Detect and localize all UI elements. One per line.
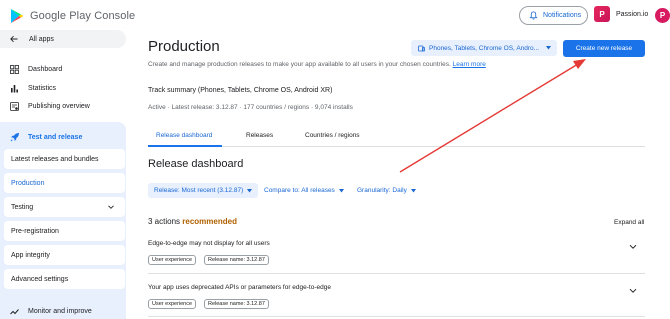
page-title: Production — [148, 38, 220, 55]
sidebar-item-label: Monitor and improve — [28, 307, 92, 315]
create-new-release-button[interactable]: Create new release — [563, 40, 645, 57]
actions-heading: 3 actions recommended — [148, 217, 237, 226]
trend-icon — [10, 308, 19, 314]
sidebar-item-label: Testing — [11, 203, 34, 211]
action-title: Your app uses deprecated APIs or paramet… — [148, 284, 331, 291]
track-summary-title: Track summary (Phones, Tablets, Chrome O… — [148, 87, 333, 94]
play-logo-icon — [11, 9, 24, 23]
app-switcher[interactable]: P Passion.io — [594, 6, 648, 22]
action-tag: User experience — [148, 255, 197, 265]
dropdown-arrow-icon — [338, 188, 344, 192]
sidebar-item-label: Latest releases and bundles — [11, 155, 99, 163]
active-tab-indicator — [148, 145, 222, 147]
action-title: Edge-to-edge may not display for all use… — [148, 240, 270, 247]
filter-label: Release: Most recent (3.12.87) — [154, 187, 244, 194]
arrow-back-icon — [10, 35, 18, 43]
sidebar-item-label: App integrity — [11, 251, 50, 259]
dropdown-arrow-icon — [247, 188, 253, 192]
devices-icon — [418, 45, 425, 51]
section-title: Release dashboard — [148, 158, 244, 170]
all-apps-link[interactable]: All apps — [0, 30, 126, 48]
chevron-down-icon[interactable] — [629, 288, 637, 294]
expand-all-button[interactable]: Expand all — [614, 219, 644, 226]
sidebar-item-testing[interactable]: Testing — [4, 197, 125, 217]
dropdown-arrow-icon — [546, 46, 551, 50]
granularity-filter[interactable]: Granularity: Daily — [357, 183, 416, 198]
brand-prefix: Google Play — [30, 10, 92, 22]
tab-release-dashboard[interactable]: Release dashboard — [156, 132, 212, 139]
sidebar-item-test-and-release[interactable]: Test and release — [0, 126, 126, 148]
sidebar-item-label: Pre-registration — [11, 227, 59, 235]
sidebar-item-advanced-settings[interactable]: Advanced settings — [4, 269, 125, 289]
app-name: Passion.io — [616, 10, 649, 18]
tab-bar: Release dashboard Releases Countries / r… — [148, 127, 645, 147]
action-item[interactable]: Your app uses deprecated APIs or paramet… — [148, 284, 645, 314]
learn-more-link[interactable]: Learn more — [453, 61, 486, 68]
action-tag: Release name: 3.12.87 — [204, 255, 269, 265]
action-tag: Release name: 3.12.87 — [204, 299, 269, 309]
brand-suffix: Console — [94, 10, 136, 22]
bar-chart-icon — [11, 84, 18, 92]
notifications-label: Notifications — [543, 12, 582, 19]
chevron-down-icon — [108, 205, 114, 209]
publishing-icon — [10, 101, 19, 111]
tab-countries-regions[interactable]: Countries / regions — [305, 132, 360, 139]
action-item[interactable]: Edge-to-edge may not display for all use… — [148, 240, 645, 270]
rocket-icon — [10, 133, 19, 142]
chevron-down-icon[interactable] — [629, 244, 637, 250]
notifications-button[interactable]: Notifications — [519, 6, 588, 25]
sidebar-item-label: Production — [11, 179, 45, 187]
device-type-selector[interactable]: Phones, Tablets, Chrome OS, Andro... — [411, 40, 557, 56]
device-selector-value: Phones, Tablets, Chrome OS, Andro... — [429, 44, 540, 52]
sidebar-item-statistics[interactable]: Statistics — [0, 80, 126, 96]
sidebar-item-pre-registration[interactable]: Pre-registration — [4, 221, 125, 241]
tab-releases[interactable]: Releases — [246, 132, 273, 139]
main-content: Production Create and manage production … — [133, 28, 670, 319]
actions-recommended: recommended — [182, 217, 237, 226]
sidebar: All apps Dashboard Statistics Publishing… — [0, 28, 133, 319]
sidebar-item-latest-releases[interactable]: Latest releases and bundles — [4, 149, 125, 169]
sidebar-item-label: Dashboard — [28, 65, 63, 73]
avatar[interactable]: P — [655, 8, 670, 23]
google-play-console-logo[interactable]: Google Play Console — [10, 8, 135, 24]
actions-count: 3 actions — [148, 217, 181, 226]
divider — [148, 273, 645, 274]
sidebar-item-label: Advanced settings — [11, 275, 69, 283]
sidebar-item-label: Statistics — [28, 84, 57, 92]
dropdown-arrow-icon — [410, 188, 416, 192]
page-subtitle: Create and manage production releases to… — [148, 61, 486, 68]
sidebar-item-publishing-overview[interactable]: Publishing overview — [0, 98, 126, 114]
filter-label: Granularity: Daily — [357, 187, 407, 194]
sidebar-item-monitor-and-improve[interactable]: Monitor and improve — [0, 302, 126, 319]
filter-label: Compare to: All releases — [264, 187, 335, 194]
divider — [148, 316, 645, 317]
brand-text: Google Play Console — [30, 10, 135, 22]
track-summary-info: Active · Latest release: 3.12.87 · 177 c… — [148, 104, 353, 111]
all-apps-label: All apps — [29, 35, 54, 43]
sidebar-item-app-integrity[interactable]: App integrity — [4, 245, 125, 265]
sidebar-item-label: Publishing overview — [28, 102, 90, 110]
action-tag: User experience — [148, 299, 197, 309]
group-label: Test and release — [28, 133, 83, 141]
subtitle-text: Create and manage production releases to… — [148, 61, 451, 68]
release-filter[interactable]: Release: Most recent (3.12.87) — [148, 183, 259, 198]
sidebar-item-dashboard[interactable]: Dashboard — [0, 61, 126, 77]
sidebar-item-production[interactable]: Production — [4, 173, 125, 193]
app-icon: P — [594, 6, 610, 22]
dashboard-icon — [10, 64, 19, 74]
test-and-release-group: Test and release Latest releases and bun… — [0, 122, 126, 319]
compare-to-filter[interactable]: Compare to: All releases — [264, 183, 344, 198]
bell-icon — [529, 11, 538, 20]
